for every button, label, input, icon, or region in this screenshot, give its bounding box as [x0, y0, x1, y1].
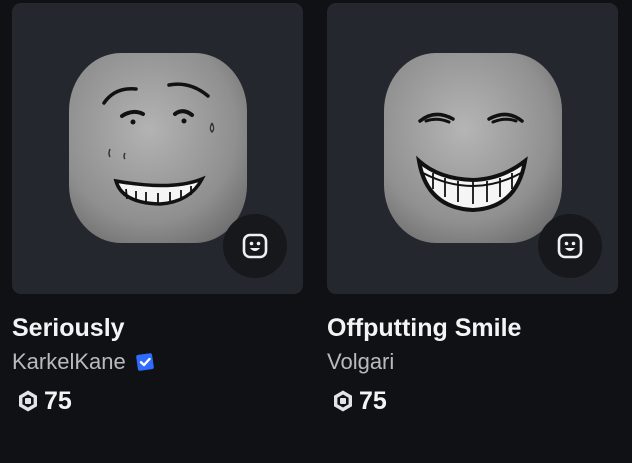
- emote-button[interactable]: [538, 214, 602, 278]
- catalog-grid: Seriously KarkelKane 75 Offputting Smile…: [0, 0, 632, 463]
- catalog-item-card[interactable]: Offputting Smile Volgari 75: [327, 3, 618, 416]
- item-thumbnail[interactable]: [327, 3, 618, 294]
- emote-face-icon: [557, 233, 583, 259]
- robux-icon: [334, 390, 352, 412]
- item-creator: Volgari: [327, 349, 618, 375]
- emote-face-icon: [242, 233, 268, 259]
- creator-name-link[interactable]: Volgari: [327, 349, 394, 375]
- item-price: 75: [327, 386, 618, 416]
- catalog-item-card[interactable]: Seriously KarkelKane 75: [12, 3, 303, 416]
- item-thumbnail[interactable]: [12, 3, 303, 294]
- price-value: 75: [359, 387, 387, 415]
- robux-icon: [19, 390, 37, 412]
- verified-badge-icon: [135, 353, 154, 371]
- item-title[interactable]: Offputting Smile: [327, 313, 618, 343]
- item-creator: KarkelKane: [12, 349, 303, 375]
- item-price: 75: [12, 386, 303, 416]
- emote-button[interactable]: [223, 214, 287, 278]
- item-title[interactable]: Seriously: [12, 313, 303, 343]
- creator-name-link[interactable]: KarkelKane: [12, 349, 126, 375]
- price-value: 75: [44, 387, 72, 415]
